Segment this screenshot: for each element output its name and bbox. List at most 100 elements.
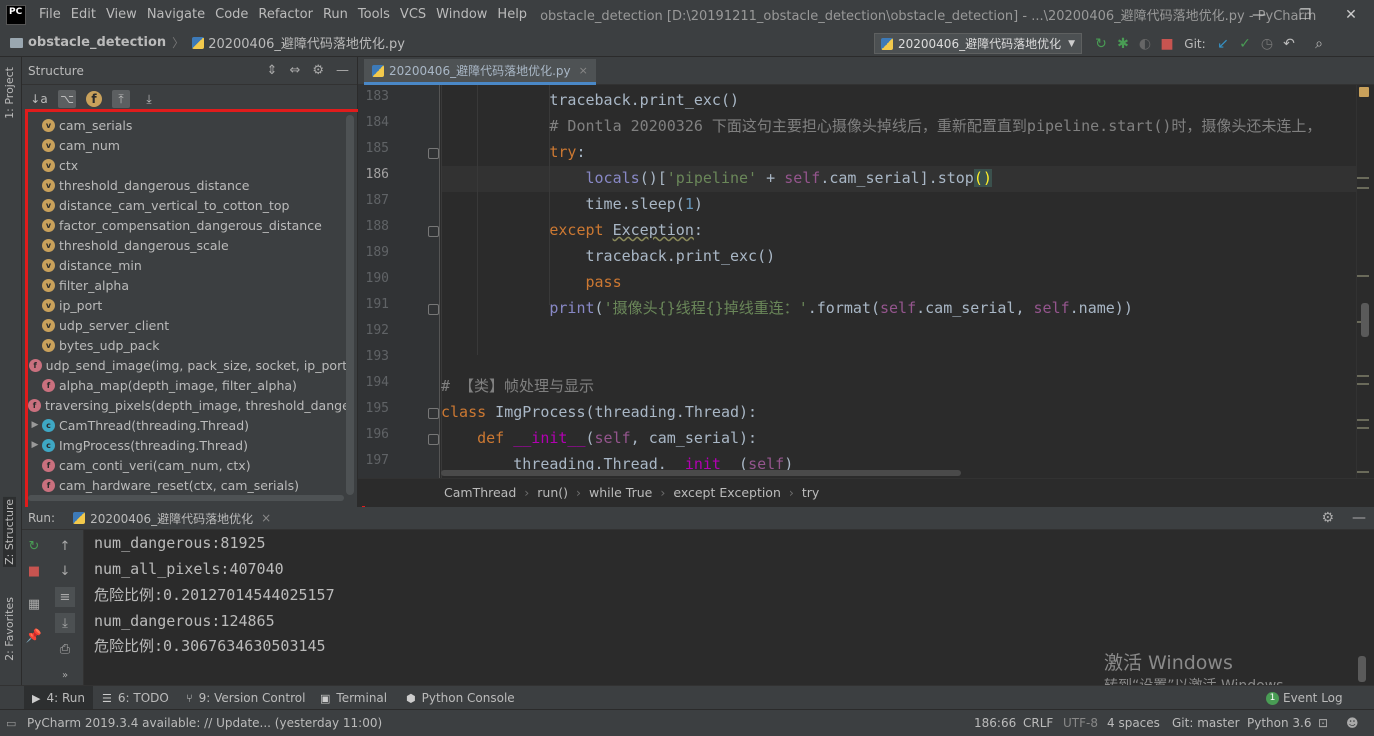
menu-refactor[interactable]: Refactor [253,7,318,22]
editor-hscrollbar[interactable] [441,470,961,476]
console-scroll-thumb[interactable] [1358,656,1366,682]
git-branch[interactable]: Git: master [1172,710,1240,736]
file-encoding[interactable]: UTF-8 [1063,710,1098,736]
run-config-select[interactable]: 20200406_避障代码落地优化 ▼ [874,33,1082,54]
structure-item[interactable]: f alpha_map(depth_image, filter_alpha) [22,375,352,395]
line-separator[interactable]: CRLF [1023,710,1053,736]
tab-todo[interactable]: ☰ 6: TODO [102,686,169,710]
menu-code[interactable]: Code [210,7,253,22]
structure-item[interactable]: v ip_port [22,295,352,315]
hide-icon[interactable]: — [1352,510,1366,526]
autoscroll-to-source-icon[interactable]: ⤒ [112,90,130,108]
menu-file[interactable]: File [34,7,66,22]
menu-navigate[interactable]: Navigate [142,7,210,22]
hide-icon[interactable]: — [336,63,349,78]
structure-item[interactable]: v cam_serials [22,115,352,135]
menu-window[interactable]: Window [431,7,492,22]
structure-hscrollbar[interactable] [28,495,344,501]
code-editor[interactable]: traceback.print_exc() # Dontla 20200326 … [441,85,1356,478]
structure-item[interactable]: v factor_compensation_dangerous_distance [22,215,352,235]
breadcrumb-file[interactable]: 20200406_避障代码落地优化.py [192,33,405,52]
fold-marker-icon[interactable] [428,226,439,237]
lock-icon[interactable]: ⊡ [1318,710,1328,736]
menu-view[interactable]: View [101,7,142,22]
tab-python-console[interactable]: ⬢ Python Console [406,686,515,710]
python-interpreter[interactable]: Python 3.6 [1247,710,1312,736]
up-arrow-icon[interactable]: ↑ [55,536,75,556]
autoscroll-from-source-icon[interactable]: ⤓ [140,90,158,108]
print-icon[interactable]: ⎙ [55,639,75,659]
inspector-icon[interactable]: ☻ [1346,710,1359,736]
structure-item[interactable]: v distance_min [22,255,352,275]
structure-item[interactable]: v threshold_dangerous_scale [22,235,352,255]
debug-icon[interactable]: ✱ [1112,36,1134,52]
fold-marker-icon[interactable] [428,148,439,159]
rerun-icon[interactable]: ↻ [24,536,44,556]
expand-arrow-icon[interactable]: ▶ [28,420,42,430]
sort-alpha-icon[interactable]: ↓a [30,90,48,108]
structure-item[interactable]: f cam_hardware_reset(ctx, cam_serials) [22,475,352,495]
git-history-icon[interactable]: ◷ [1256,36,1278,52]
show-fields-icon[interactable]: f [86,91,102,107]
menu-run[interactable]: Run [318,7,353,22]
tab-favorites[interactable]: 2: Favorites [3,597,16,661]
expand-all-icon[interactable]: ⇕ [267,63,278,78]
soft-wrap-icon[interactable]: ≡ [55,587,75,607]
gear-icon[interactable]: ⚙ [1321,510,1334,526]
minimize-icon[interactable]: — [1236,0,1282,29]
fold-marker-icon[interactable] [428,408,439,419]
status-toggle-icon[interactable]: ▭ [6,710,16,736]
inspection-warning-icon[interactable] [1359,87,1369,97]
tab-version-control[interactable]: ⑂ 9: Version Control [186,686,305,710]
scroll-to-end-icon[interactable]: ⤓ [55,613,75,633]
menu-edit[interactable]: Edit [66,7,101,22]
fold-marker-icon[interactable] [428,304,439,315]
expand-arrow-icon[interactable]: ▶ [28,440,42,450]
tab-structure[interactable]: Z: Structure [3,497,16,567]
tab-active-file[interactable]: 20200406_避障代码落地优化.py × [364,59,596,85]
structure-item[interactable]: v bytes_udp_pack [22,335,352,355]
pin-icon[interactable]: 📌 [24,626,44,646]
down-arrow-icon[interactable]: ↓ [55,561,75,581]
close-icon[interactable]: ✕ [1328,0,1374,29]
rerun-icon[interactable]: ↻ [1090,36,1112,52]
run-tab[interactable]: 20200406_避障代码落地优化 × [73,510,271,527]
breadcrumb-try[interactable]: try [802,485,819,500]
structure-item[interactable]: ▶ c CamThread(threading.Thread) [22,415,352,435]
more-icon[interactable]: » [55,665,75,685]
tab-event-log[interactable]: 1 Event Log [1266,686,1343,710]
breadcrumb-loop[interactable]: while True [589,485,652,500]
menu-vcs[interactable]: VCS [395,7,431,22]
structure-item[interactable]: v udp_server_client [22,315,352,335]
breadcrumb-method[interactable]: run() [537,485,568,500]
git-rollback-icon[interactable]: ↶ [1278,36,1300,52]
breadcrumb-except[interactable]: except Exception [673,485,781,500]
layout-icon[interactable]: ▦ [24,594,44,614]
tab-run[interactable]: ▶ 4: Run [24,686,93,710]
breadcrumb-class[interactable]: CamThread [444,485,516,500]
structure-item[interactable]: v ctx [22,155,352,175]
coverage-icon[interactable]: ◐ [1134,36,1156,52]
close-tab-icon[interactable]: × [261,511,271,525]
menu-help[interactable]: Help [492,7,532,22]
search-icon[interactable]: ⌕ [1308,36,1330,52]
structure-item[interactable]: f cam_conti_veri(cam_num, ctx) [22,455,352,475]
menu-tools[interactable]: Tools [353,7,395,22]
editor-scroll-thumb[interactable] [1361,303,1369,337]
tab-project[interactable]: 1: Project [3,67,16,119]
structure-item[interactable]: f traversing_pixels(depth_image, threshol… [22,395,352,415]
structure-item[interactable]: v threshold_dangerous_distance [22,175,352,195]
structure-item[interactable]: v cam_num [22,135,352,155]
caret-position[interactable]: 186:66 [974,710,1016,736]
tab-terminal[interactable]: ▣ Terminal [320,686,387,710]
git-commit-icon[interactable]: ✓ [1234,36,1256,52]
fold-marker-icon[interactable] [428,434,439,445]
close-tab-icon[interactable]: × [579,64,588,77]
breadcrumb-project[interactable]: obstacle_detection [10,35,166,50]
indent-setting[interactable]: 4 spaces [1107,710,1160,736]
structure-item[interactable]: ▶ c ImgProcess(threading.Thread) [22,435,352,455]
collapse-all-icon[interactable]: ⇔ [289,63,300,78]
editor-scrollbar[interactable] [1356,85,1374,478]
structure-item[interactable]: f udp_send_image(img, pack_size, socket, … [22,355,352,375]
status-message[interactable]: PyCharm 2019.3.4 available: // Update...… [27,710,382,736]
